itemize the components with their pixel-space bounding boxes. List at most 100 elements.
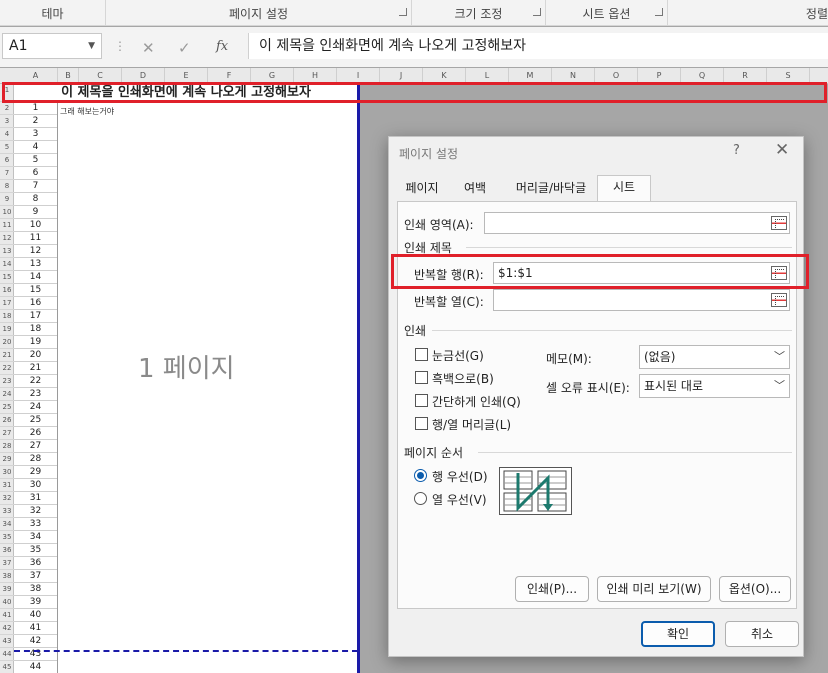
print-area-field[interactable] <box>484 212 790 234</box>
cell-a[interactable]: 28 <box>14 453 57 466</box>
comments-select[interactable]: (없음) ﹀ <box>639 345 790 369</box>
cell-a[interactable]: 19 <box>14 336 57 349</box>
row-header[interactable]: 17 <box>0 297 14 310</box>
row-header[interactable]: 43 <box>0 635 14 648</box>
row-header[interactable]: 33 <box>0 505 14 518</box>
row-header[interactable]: 14 <box>0 258 14 271</box>
cell-a[interactable]: 12 <box>14 245 57 258</box>
cell-a[interactable]: 32 <box>14 505 57 518</box>
cell-a[interactable]: 6 <box>14 167 57 180</box>
row-header[interactable]: 10 <box>0 206 14 219</box>
range-select-icon[interactable] <box>771 293 787 307</box>
cell-a[interactable]: 16 <box>14 297 57 310</box>
cell-a[interactable]: 29 <box>14 466 57 479</box>
row-header[interactable]: 28 <box>0 440 14 453</box>
cell-a[interactable]: 35 <box>14 544 57 557</box>
cell-a[interactable]: 30 <box>14 479 57 492</box>
insert-function-icon[interactable]: fx <box>216 39 228 54</box>
cell-a[interactable]: 39 <box>14 596 57 609</box>
row-header[interactable]: 26 <box>0 414 14 427</box>
row-header[interactable]: 34 <box>0 518 14 531</box>
cell-a[interactable]: 3 <box>14 128 57 141</box>
cell-a[interactable]: 18 <box>14 323 57 336</box>
row-header[interactable]: 6 <box>0 154 14 167</box>
over-then-down-radio[interactable] <box>414 492 427 505</box>
cell-a[interactable]: 14 <box>14 271 57 284</box>
cell-a[interactable]: 26 <box>14 427 57 440</box>
row-header[interactable]: 39 <box>0 583 14 596</box>
row-header[interactable]: 32 <box>0 492 14 505</box>
row-header[interactable]: 13 <box>0 245 14 258</box>
cell-a[interactable]: 27 <box>14 440 57 453</box>
cell-a[interactable]: 34 <box>14 531 57 544</box>
cell-a[interactable]: 33 <box>14 518 57 531</box>
chevron-down-icon[interactable]: ▼ <box>88 34 95 58</box>
cell-a[interactable]: 41 <box>14 622 57 635</box>
cell-a[interactable]: 25 <box>14 414 57 427</box>
row-header[interactable]: 12 <box>0 232 14 245</box>
row-header[interactable]: 41 <box>0 609 14 622</box>
row-header[interactable]: 2 <box>0 102 14 115</box>
row-header[interactable]: 31 <box>0 479 14 492</box>
row-header[interactable]: 42 <box>0 622 14 635</box>
row-header[interactable]: 21 <box>0 349 14 362</box>
cell-a[interactable]: 20 <box>14 349 57 362</box>
cell-a[interactable]: 21 <box>14 362 57 375</box>
ok-button[interactable]: 확인 <box>641 621 715 647</box>
gridlines-checkbox[interactable] <box>415 348 428 361</box>
row-header[interactable]: 11 <box>0 219 14 232</box>
cell-a[interactable]: 17 <box>14 310 57 323</box>
tab-sheet[interactable]: 시트 <box>597 175 651 202</box>
row-header[interactable]: 23 <box>0 375 14 388</box>
print-preview-button[interactable]: 인쇄 미리 보기(W) <box>597 576 711 602</box>
row-header[interactable]: 27 <box>0 427 14 440</box>
row-header[interactable]: 7 <box>0 167 14 180</box>
row-header[interactable]: 8 <box>0 180 14 193</box>
cell-b2[interactable]: 그래 해보는거야 <box>60 106 114 117</box>
row-header[interactable]: 44 <box>0 648 14 661</box>
name-box[interactable]: A1 ▼ <box>2 33 102 59</box>
tab-header-footer[interactable]: 머리글/바닥글 <box>505 177 597 201</box>
close-icon[interactable]: ✕ <box>775 140 789 160</box>
options-button[interactable]: 옵션(O)... <box>719 576 791 602</box>
cell-a[interactable]: 42 <box>14 635 57 648</box>
row-header[interactable]: 22 <box>0 362 14 375</box>
row-header[interactable]: 4 <box>0 128 14 141</box>
cell-a[interactable]: 5 <box>14 154 57 167</box>
scale-launcher-icon[interactable] <box>533 8 541 16</box>
cell-a[interactable]: 10 <box>14 219 57 232</box>
cell-a[interactable]: 1 <box>14 102 57 115</box>
row-header[interactable]: 5 <box>0 141 14 154</box>
cell-a[interactable]: 40 <box>14 609 57 622</box>
print-button[interactable]: 인쇄(P)... <box>515 576 589 602</box>
row-header[interactable]: 30 <box>0 466 14 479</box>
cancel-button[interactable]: 취소 <box>725 621 799 647</box>
cell-a[interactable]: 44 <box>14 661 57 673</box>
row-header[interactable]: 29 <box>0 453 14 466</box>
formula-input[interactable]: 이 제목을 인쇄화면에 계속 나오게 고정해보자 <box>248 33 828 59</box>
cell-errors-select[interactable]: 표시된 대로 ﹀ <box>639 374 790 398</box>
row-header[interactable]: 36 <box>0 544 14 557</box>
row-header[interactable]: 15 <box>0 271 14 284</box>
black-and-white-checkbox[interactable] <box>415 371 428 384</box>
row-header[interactable]: 37 <box>0 557 14 570</box>
row-header[interactable]: 19 <box>0 323 14 336</box>
cell-a[interactable]: 13 <box>14 258 57 271</box>
sheet-options-launcher-icon[interactable] <box>655 8 663 16</box>
cell-a[interactable]: 4 <box>14 141 57 154</box>
cell-a[interactable]: 11 <box>14 232 57 245</box>
row-header[interactable]: 35 <box>0 531 14 544</box>
row-header[interactable]: 45 <box>0 661 14 673</box>
cell-a[interactable]: 8 <box>14 193 57 206</box>
cell-a[interactable]: 36 <box>14 557 57 570</box>
tab-margins[interactable]: 여백 <box>449 177 501 201</box>
row-header[interactable]: 20 <box>0 336 14 349</box>
draft-quality-checkbox[interactable] <box>415 394 428 407</box>
cell-a[interactable]: 24 <box>14 401 57 414</box>
row-header[interactable]: 18 <box>0 310 14 323</box>
row-header[interactable]: 25 <box>0 401 14 414</box>
row-col-headings-checkbox[interactable] <box>415 417 428 430</box>
row-header[interactable]: 38 <box>0 570 14 583</box>
cell-a[interactable]: 38 <box>14 583 57 596</box>
row-header[interactable]: 16 <box>0 284 14 297</box>
